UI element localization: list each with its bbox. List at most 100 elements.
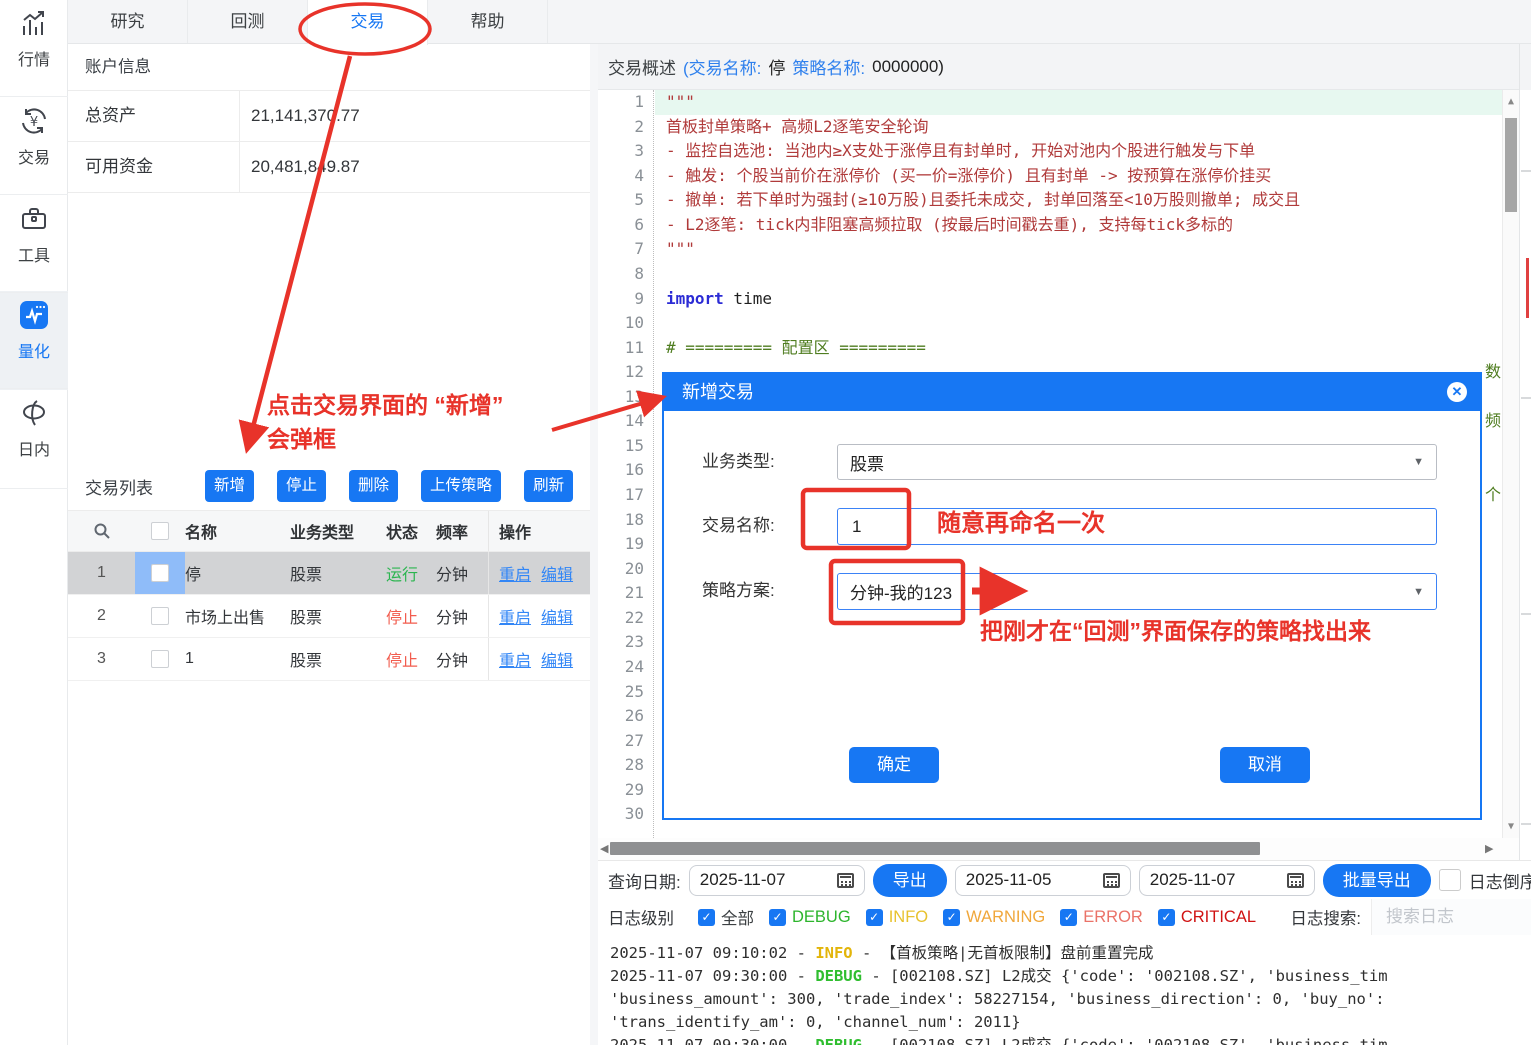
- log-level-debug[interactable]: ✓DEBUG: [769, 908, 851, 927]
- log-line: 2025-11-07 09:10:02 - INFO - 【首板策略|无首板限制…: [610, 942, 1531, 965]
- trade-name-input[interactable]: [850, 516, 1424, 538]
- trade-list-title: 交易列表: [68, 474, 205, 499]
- row-checkbox[interactable]: [151, 607, 169, 625]
- log-level-item-label: ERROR: [1083, 908, 1143, 927]
- line-number: 26: [598, 704, 653, 729]
- table-row[interactable]: 2市场上出售股票停止分钟重启编辑: [68, 595, 590, 638]
- log-reverse-checkbox[interactable]: [1439, 869, 1461, 891]
- batch-export-button[interactable]: 批量导出: [1323, 864, 1431, 897]
- log-level-item-label: INFO: [889, 908, 928, 927]
- account-row: 可用资金20,481,849.87: [68, 142, 590, 193]
- tab-help[interactable]: 帮助: [428, 0, 548, 43]
- line-number: 23: [598, 630, 653, 655]
- line-number: 28: [598, 753, 653, 778]
- upload-strategy-button[interactable]: 上传策略: [421, 470, 501, 502]
- query-date-input[interactable]: 2025-11-07: [689, 865, 865, 896]
- sidebar-item-trade[interactable]: ¥交易: [0, 106, 68, 168]
- table-row[interactable]: 1停股票运行分钟重启编辑: [68, 552, 590, 595]
- vertical-scroll-thumb[interactable]: [1505, 118, 1517, 212]
- column-header: 操作: [488, 511, 590, 551]
- checked-checkbox-icon[interactable]: ✓: [943, 909, 960, 926]
- log-level-all[interactable]: ✓ 全部: [698, 905, 754, 929]
- tab-research[interactable]: 研究: [68, 0, 188, 43]
- log-level-critical[interactable]: ✓ CRITICAL: [1158, 908, 1256, 927]
- scroll-right-icon[interactable]: ▶: [1485, 842, 1493, 855]
- checked-checkbox-icon[interactable]: ✓: [698, 909, 715, 926]
- log-search-label: 日志搜索:: [1290, 905, 1361, 929]
- line-number: 4: [598, 164, 653, 189]
- log-level-item-label: 全部: [721, 905, 754, 929]
- sidebar-item-intraday[interactable]: 日内: [0, 398, 68, 460]
- log-search-input[interactable]: [1371, 899, 1531, 935]
- line-number: 30: [598, 802, 653, 827]
- edit-link[interactable]: 编辑: [541, 647, 573, 671]
- editor-vertical-scrollbar[interactable]: ▲ ▼: [1502, 90, 1519, 838]
- confirm-button[interactable]: 确定: [849, 747, 939, 783]
- row-name: 停: [185, 561, 290, 585]
- checked-checkbox-icon[interactable]: ✓: [1060, 909, 1077, 926]
- column-header: 状态: [386, 519, 436, 543]
- row-checkbox[interactable]: [151, 650, 169, 668]
- row-name: 1: [185, 650, 290, 668]
- edit-link[interactable]: 编辑: [541, 604, 573, 628]
- select-all-checkbox[interactable]: [151, 522, 169, 540]
- business-type-select[interactable]: 股票 ▼: [837, 444, 1437, 480]
- add-button[interactable]: 新增: [205, 470, 254, 502]
- close-icon[interactable]: ✕: [1447, 382, 1467, 402]
- scroll-up-icon[interactable]: ▲: [1503, 96, 1519, 107]
- checked-checkbox-icon[interactable]: ✓: [866, 909, 883, 926]
- left-panel: 账户信息 总资产21,141,370.77可用资金20,481,849.87 交…: [68, 44, 590, 1045]
- log-level-error[interactable]: ✓ ERROR: [1060, 908, 1143, 927]
- restart-link[interactable]: 重启: [499, 604, 531, 628]
- tab-trade[interactable]: 交易: [308, 0, 428, 45]
- sidebar-item-market[interactable]: 行情: [0, 8, 68, 70]
- checked-checkbox-icon[interactable]: ✓: [769, 909, 786, 926]
- line-number: 8: [598, 262, 653, 287]
- log-level-item-label: CRITICAL: [1181, 908, 1256, 927]
- svg-text:¥: ¥: [30, 115, 38, 130]
- row-checkbox[interactable]: [151, 564, 169, 582]
- refresh-button[interactable]: 刷新: [524, 470, 573, 502]
- cancel-button[interactable]: 取消: [1220, 747, 1310, 783]
- log-level-info[interactable]: ✓ INFO: [866, 908, 928, 927]
- line-number: 17: [598, 483, 653, 508]
- app-window: 行情 ¥交易工具量化日内 研究回测交易帮助 账户信息 总资产21,141,370.…: [0, 0, 1531, 1045]
- sidebar-divider: [0, 292, 68, 293]
- trade-name-label: 交易名称:: [702, 508, 775, 544]
- intraday-icon: [19, 415, 49, 432]
- sidebar-item-tools[interactable]: 工具: [0, 204, 68, 266]
- editor-horizontal-scrollbar[interactable]: ◀ ▶: [598, 838, 1519, 860]
- checked-checkbox-icon[interactable]: ✓: [1158, 909, 1175, 926]
- strategy-plan-select[interactable]: 分钟-我的123 ▼: [837, 573, 1437, 610]
- edit-link[interactable]: 编辑: [541, 561, 573, 585]
- code-line: - 监控自选池: 当池内≥X支处于涨停且有封单时, 开始对池内个股进行触发与下单: [655, 139, 1502, 164]
- tab-backtest[interactable]: 回测: [188, 0, 308, 43]
- trade-table-header: 名称业务类型状态频率操作: [68, 510, 590, 552]
- scroll-down-icon[interactable]: ▼: [1503, 821, 1519, 832]
- log-level-warning[interactable]: ✓WARNING: [943, 908, 1045, 927]
- range-start-date-input[interactable]: 2025-11-05: [955, 865, 1131, 896]
- calendar-icon[interactable]: [1287, 873, 1304, 888]
- sidebar-item-quant[interactable]: 量化: [0, 291, 68, 390]
- delete-button[interactable]: 删除: [349, 470, 398, 502]
- range-end-date-input[interactable]: 2025-11-07: [1139, 865, 1315, 896]
- chevron-down-icon: ▼: [1413, 456, 1424, 468]
- horizontal-scroll-thumb[interactable]: [610, 842, 1260, 855]
- table-row[interactable]: 31股票停止分钟重启编辑: [68, 638, 590, 681]
- column-header: 名称: [185, 519, 290, 543]
- export-button[interactable]: 导出: [873, 864, 947, 897]
- calendar-icon[interactable]: [1103, 873, 1120, 888]
- overview-title: 交易概述: [608, 54, 676, 79]
- trade-table: 名称业务类型状态频率操作1停股票运行分钟重启编辑2市场上出售股票停止分钟重启编辑…: [68, 510, 590, 681]
- calendar-icon[interactable]: [837, 873, 854, 888]
- log-line: 2025-11-07 09:30:00 - DEBUG - [002108.SZ…: [610, 1034, 1531, 1045]
- editor-gutter: 1234567891011121314151617181920212223242…: [598, 90, 654, 838]
- scroll-left-icon[interactable]: ◀: [600, 842, 608, 855]
- add-trade-dialog: 新增交易 ✕ 业务类型: 股票 ▼ 交易名称: 策略方案: 分钟-我的123 ▼…: [662, 372, 1482, 820]
- search-icon[interactable]: [68, 522, 135, 540]
- stop-button[interactable]: 停止: [277, 470, 326, 502]
- restart-link[interactable]: 重启: [499, 647, 531, 671]
- restart-link[interactable]: 重启: [499, 561, 531, 585]
- status-badge: 停止: [386, 647, 436, 671]
- code-line: """: [655, 90, 1502, 115]
